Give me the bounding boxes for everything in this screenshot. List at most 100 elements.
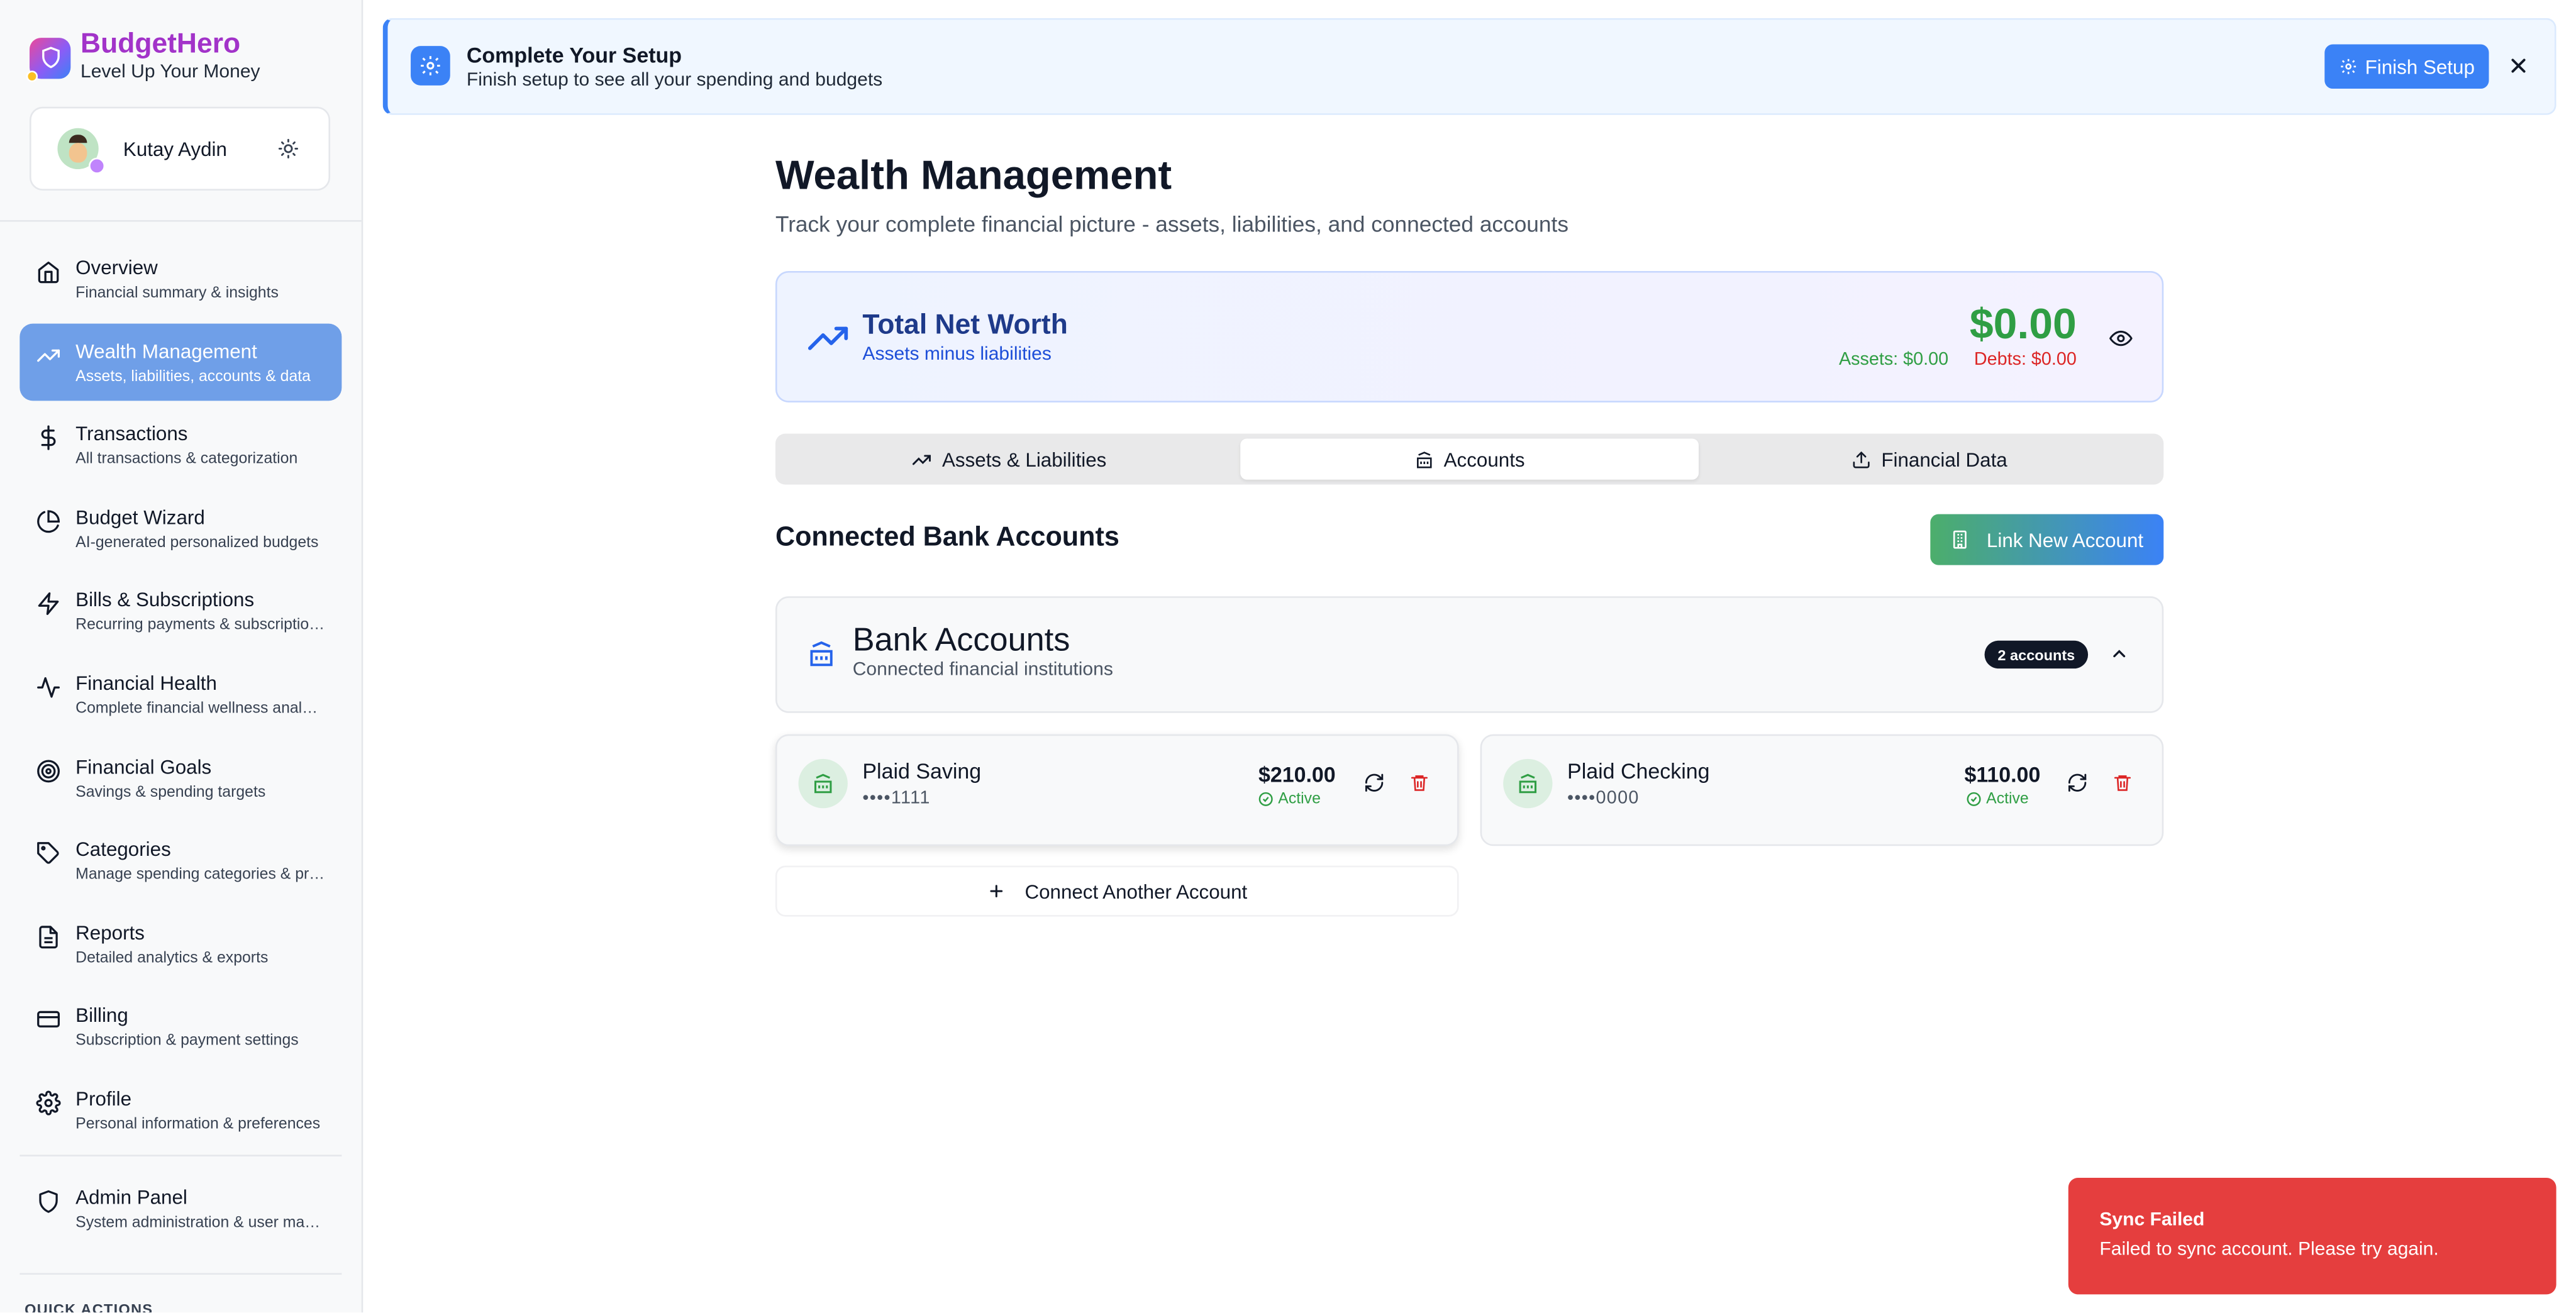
sidebar-item-label: Transactions: [75, 422, 188, 446]
sidebar-item-label: Budget Wizard: [75, 505, 205, 529]
account-name: Plaid Checking: [1567, 758, 1710, 784]
net-worth-title: Total Net Worth: [862, 309, 1068, 340]
sidebar-item-label: Bills & Subscriptions: [75, 589, 255, 612]
bank-icon: [798, 758, 848, 809]
net-worth-subtitle: Assets minus liabilities: [862, 345, 1052, 365]
refresh-icon[interactable]: [2067, 772, 2088, 794]
sidebar-item-desc: All transactions & categorization: [75, 450, 298, 468]
upload-icon: [1853, 450, 1870, 468]
section-title: Connected Bank Accounts: [775, 522, 1119, 552]
pie-chart-icon: [37, 509, 60, 533]
finish-setup-button[interactable]: Finish Setup: [2324, 44, 2489, 89]
status-badge: Active: [1967, 790, 2029, 808]
link-new-account-label: Link New Account: [1986, 528, 2144, 551]
close-icon[interactable]: [2507, 54, 2530, 77]
sidebar-item-label: Categories: [75, 838, 171, 861]
sidebar-item-overview[interactable]: Overview Financial summary & insights: [19, 240, 341, 317]
sidebar: BudgetHero Level Up Your Money Kutay Ayd…: [0, 0, 364, 1313]
sidebar-item-categories[interactable]: Categories Manage spending categories & …: [19, 822, 341, 899]
sidebar-item-desc: Detailed analytics & exports: [75, 949, 269, 967]
assets-total: Assets: $0.00: [1838, 350, 1949, 370]
sidebar-item-label: Reports: [75, 921, 145, 945]
sidebar-item-reports[interactable]: Reports Detailed analytics & exports: [19, 905, 341, 982]
user-card[interactable]: Kutay Aydin: [30, 106, 331, 191]
bank-accounts-subtitle: Connected financial institutions: [852, 660, 1113, 680]
credit-card-icon: [37, 1011, 60, 1028]
eye-icon[interactable]: [2109, 327, 2133, 350]
bank-accounts-panel[interactable]: Bank Accounts Connected financial instit…: [775, 596, 2164, 713]
tab-accounts[interactable]: Accounts: [1240, 438, 1699, 480]
zap-icon: [38, 593, 59, 616]
settings-icon: [36, 1090, 61, 1116]
check-circle-icon: [1967, 792, 1981, 806]
error-toast[interactable]: Sync Failed Failed to sync account. Plea…: [2068, 1177, 2557, 1295]
chevron-up-icon[interactable]: [2109, 644, 2129, 663]
sidebar-item-label: Financial Goals: [75, 755, 212, 778]
sidebar-item-desc: Manage spending categories & preferences: [75, 866, 325, 884]
refresh-icon[interactable]: [1363, 772, 1385, 794]
sidebar-item-desc: Assets, liabilities, accounts & data: [75, 367, 311, 385]
trash-icon[interactable]: [2112, 772, 2132, 794]
sun-icon[interactable]: [277, 138, 299, 159]
wealth-tabs: Assets & Liabilities Accounts Financial …: [775, 433, 2164, 485]
account-card[interactable]: Plaid Saving ••••1111 $210.00 Active: [775, 734, 1459, 846]
sidebar-item-label: Overview: [75, 256, 158, 280]
debts-total: Debts: $0.00: [1974, 350, 2077, 370]
link-new-account-button[interactable]: Link New Account: [1930, 514, 2164, 565]
tag-icon: [37, 842, 59, 865]
sidebar-item-wealth-management[interactable]: Wealth Management Assets, liabilities, a…: [19, 323, 342, 401]
sidebar-item-transactions[interactable]: Transactions All transactions & categori…: [19, 406, 341, 484]
account-balance: $210.00: [1258, 762, 1336, 787]
sidebar-item-label: Admin Panel: [75, 1185, 187, 1209]
banner-title: Complete Your Setup: [466, 42, 682, 68]
trending-up-icon: [37, 348, 60, 362]
toast-title: Sync Failed: [2099, 1211, 2205, 1231]
sidebar-item-financial-health[interactable]: Financial Health Complete financial well…: [19, 655, 341, 733]
sidebar-item-desc: AI-generated personalized budgets: [75, 533, 319, 552]
sidebar-nav: Overview Financial summary & insights We…: [19, 240, 342, 1251]
sidebar-item-label: Wealth Management: [75, 339, 257, 363]
sidebar-item-desc: Subscription & payment settings: [75, 1032, 299, 1051]
sidebar-item-desc: Financial summary & insights: [75, 284, 279, 302]
sidebar-item-profile[interactable]: Profile Personal information & preferenc…: [19, 1071, 341, 1148]
bank-accounts-title: Bank Accounts: [852, 623, 1070, 659]
sidebar-item-billing[interactable]: Billing Subscription & payment settings: [19, 988, 341, 1065]
shield-icon: [39, 1189, 58, 1212]
account-card[interactable]: Plaid Checking ••••0000 $110.00 Active: [1480, 734, 2164, 846]
activity-icon: [37, 677, 60, 698]
tab-assets-liabilities[interactable]: Assets & Liabilities: [780, 438, 1239, 479]
sidebar-item-financial-goals[interactable]: Financial Goals Savings & spending targe…: [19, 738, 341, 816]
sidebar-item-desc: Recurring payments & subscriptions: [75, 616, 326, 635]
status-label: Active: [1278, 790, 1321, 809]
building-icon: [1953, 530, 1967, 549]
banner-subtitle: Finish setup to see all your spending an…: [466, 70, 883, 91]
bank-icon: [810, 641, 833, 667]
divider: [0, 220, 362, 222]
trash-icon[interactable]: [1409, 772, 1429, 794]
brand[interactable]: BudgetHero Level Up Your Money: [26, 28, 260, 86]
sidebar-item-budget-wizard[interactable]: Budget Wizard AI-generated personalized …: [19, 489, 341, 567]
account-name: Plaid Saving: [862, 758, 982, 784]
connect-another-account-button[interactable]: Connect Another Account: [775, 865, 1459, 917]
tab-financial-data[interactable]: Financial Data: [1701, 438, 2159, 479]
app-name: BudgetHero: [80, 28, 241, 60]
account-balance: $110.00: [1964, 762, 2041, 787]
sidebar-item-desc: Savings & spending targets: [75, 782, 266, 801]
sidebar-item-label: Financial Health: [75, 672, 217, 695]
sidebar-item-bills[interactable]: Bills & Subscriptions Recurring payments…: [19, 572, 341, 650]
target-icon: [37, 759, 60, 782]
account-mask: ••••1111: [862, 788, 931, 809]
page-subtitle: Track your complete financial picture - …: [775, 211, 1568, 237]
bank-icon: [1416, 450, 1432, 468]
net-worth-card: Total Net Worth Assets minus liabilities…: [775, 271, 2164, 402]
sidebar-item-desc: Complete financial wellness analysis: [75, 699, 326, 718]
app-tagline: Level Up Your Money: [80, 62, 260, 82]
connect-another-account-label: Connect Another Account: [1024, 879, 1248, 903]
net-worth-value: $0.00: [1969, 299, 2077, 348]
trending-up-icon: [808, 326, 848, 350]
trending-up-icon: [913, 454, 932, 465]
sidebar-item-desc: System administration & user management: [75, 1213, 325, 1231]
tab-label: Financial Data: [1881, 447, 2007, 471]
avatar: [57, 128, 106, 174]
sidebar-item-admin-panel[interactable]: Admin Panel System administration & user…: [19, 1169, 341, 1246]
